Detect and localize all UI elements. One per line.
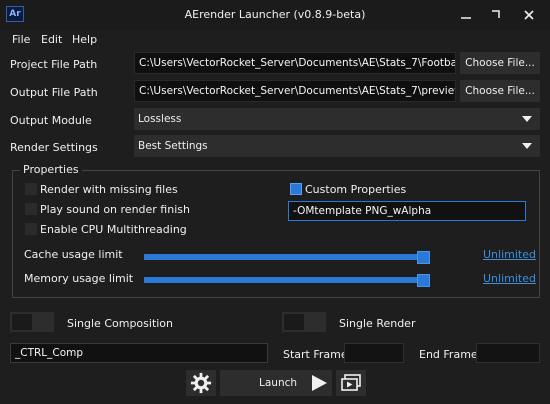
menu-edit[interactable]: Edit	[41, 33, 62, 46]
output-module-label: Output Module	[10, 114, 92, 127]
composition-name-input[interactable]: _CTRL_Comp	[10, 343, 268, 363]
play-icon	[312, 375, 327, 391]
sound-checkbox[interactable]	[25, 203, 37, 215]
cache-limit-label: Cache usage limit	[24, 248, 123, 261]
missing-files-label: Render with missing files	[40, 183, 178, 196]
single-composition-toggle[interactable]	[10, 312, 54, 332]
chevron-down-icon	[522, 116, 532, 122]
missing-files-checkbox[interactable]	[25, 183, 37, 195]
toggle-knob	[12, 314, 32, 330]
cache-slider-thumb[interactable]	[417, 251, 430, 264]
gear-icon	[190, 372, 212, 394]
maximize-icon	[492, 10, 500, 18]
cache-unlimited-link[interactable]: Unlimited	[483, 248, 536, 261]
menu-file[interactable]: File	[12, 33, 30, 46]
cache-limit-slider[interactable]	[144, 251, 430, 264]
end-frame-input[interactable]	[476, 343, 540, 363]
project-path-input[interactable]: C:\Users\VectorRocket_Server\Documents\A…	[134, 52, 456, 74]
toggle-knob	[284, 314, 304, 330]
output-choose-file-button[interactable]: Choose File...	[460, 80, 540, 102]
memory-limit-slider[interactable]	[144, 274, 430, 287]
project-choose-file-button[interactable]: Choose File...	[460, 52, 540, 74]
launch-button[interactable]: Launch	[220, 370, 332, 396]
minimize-button[interactable]	[456, 6, 476, 24]
single-render-toggle[interactable]	[282, 312, 326, 332]
chevron-down-icon	[522, 143, 532, 149]
menu-help[interactable]: Help	[72, 33, 97, 46]
properties-title: Properties	[20, 163, 82, 176]
single-composition-label: Single Composition	[67, 317, 174, 330]
custom-properties-label: Custom Properties	[305, 183, 407, 196]
project-path-label: Project File Path	[10, 58, 98, 71]
multithreading-checkbox[interactable]	[25, 223, 37, 235]
memory-limit-label: Memory usage limit	[24, 272, 134, 285]
start-frame-label: Start Frame:	[283, 348, 352, 361]
multithreading-label: Enable CPU Multithreading	[40, 223, 187, 236]
render-settings-value: Best Settings	[138, 140, 208, 152]
maximize-button[interactable]	[485, 6, 505, 24]
minimize-icon	[461, 17, 471, 19]
output-module-select[interactable]: Lossless	[134, 108, 540, 130]
memory-slider-thumb[interactable]	[417, 274, 430, 287]
render-queue-button[interactable]	[336, 370, 366, 396]
start-frame-input[interactable]	[344, 343, 404, 363]
output-module-value: Lossless	[138, 113, 182, 125]
output-path-label: Output File Path	[10, 86, 98, 99]
output-path-input[interactable]: C:\Users\VectorRocket_Server\Documents\A…	[134, 80, 456, 102]
settings-button[interactable]	[186, 370, 216, 396]
render-settings-select[interactable]: Best Settings	[134, 135, 540, 157]
memory-slider-track	[144, 277, 424, 283]
single-render-label: Single Render	[339, 317, 416, 330]
sound-label: Play sound on render finish	[40, 203, 190, 216]
end-frame-label: End Frame:	[419, 348, 482, 361]
render-settings-label: Render Settings	[10, 141, 98, 154]
cache-slider-track	[144, 254, 424, 260]
close-icon	[524, 10, 534, 20]
close-button[interactable]	[519, 6, 539, 24]
render-queue-icon	[341, 374, 361, 391]
launch-label: Launch	[259, 377, 298, 389]
memory-unlimited-link[interactable]: Unlimited	[483, 272, 536, 285]
custom-properties-checkbox[interactable]	[290, 183, 302, 195]
custom-properties-input[interactable]: -OMtemplate PNG_wAlpha	[288, 201, 526, 221]
